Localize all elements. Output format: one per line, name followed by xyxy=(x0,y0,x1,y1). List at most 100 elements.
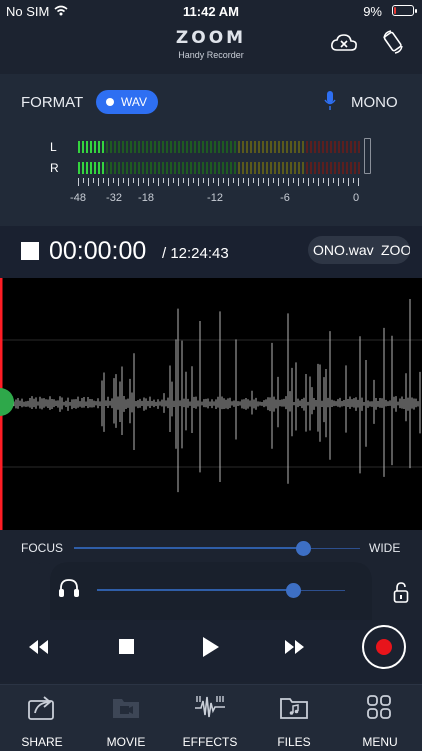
share-icon xyxy=(28,696,54,720)
meter-segment xyxy=(90,162,92,174)
tab-effects[interactable]: EFFECTS xyxy=(168,685,252,751)
meter-segment xyxy=(194,141,196,153)
meter-segment xyxy=(198,162,200,174)
meter-segment xyxy=(282,162,284,174)
meter-segment xyxy=(198,141,200,153)
waveform-view[interactable] xyxy=(0,278,422,530)
meter-segment xyxy=(314,162,316,174)
meter-segment xyxy=(162,162,164,174)
scale-label: -6 xyxy=(280,192,290,204)
tab-files[interactable]: FILES xyxy=(252,685,336,751)
meter-segment xyxy=(142,162,144,174)
meter-segment xyxy=(166,162,168,174)
stop-button[interactable] xyxy=(119,639,134,654)
meter-segment xyxy=(150,162,152,174)
meter-segment xyxy=(246,162,248,174)
meter-segment xyxy=(138,162,140,174)
meter-segment xyxy=(174,162,176,174)
tab-menu[interactable]: MENU xyxy=(338,685,422,751)
meter-segment xyxy=(298,162,300,174)
meter-segment xyxy=(278,162,280,174)
meter-bar-left xyxy=(78,141,360,153)
meter-segment xyxy=(306,141,308,153)
meter-segment xyxy=(86,141,88,153)
scale-tick xyxy=(148,178,149,186)
meter-segment xyxy=(290,141,292,153)
cloud-off-icon[interactable] xyxy=(330,32,358,54)
meter-segment xyxy=(114,141,116,153)
scale-tick xyxy=(258,178,259,186)
unlock-icon[interactable] xyxy=(393,582,409,604)
format-value: WAV xyxy=(121,95,147,109)
peak-hold-indicator xyxy=(364,138,371,174)
scale-label: -12 xyxy=(207,192,223,204)
meter-segment xyxy=(226,162,228,174)
battery-icon xyxy=(392,5,417,16)
meter-segment xyxy=(234,162,236,174)
mic-mode-label[interactable]: MONO xyxy=(351,94,398,111)
scale-tick xyxy=(138,178,139,186)
meter-segment xyxy=(346,162,348,174)
meter-segment xyxy=(98,162,100,174)
tab-label: MENU xyxy=(362,735,398,749)
status-bar: No SIM 11:42 AM 9% xyxy=(0,0,422,24)
monitor-volume-fill xyxy=(97,589,293,591)
focus-slider-knob[interactable] xyxy=(295,541,311,556)
scale-tick xyxy=(93,178,94,183)
rewind-button[interactable] xyxy=(28,639,50,655)
scale-tick xyxy=(98,178,99,186)
scale-tick xyxy=(263,178,264,183)
meter-segment xyxy=(262,162,264,174)
meter-segment xyxy=(114,162,116,174)
file-name-marquee[interactable]: ONO.wav ZOO xyxy=(308,236,410,264)
scale-tick xyxy=(118,178,119,186)
file-name: ONO.wav xyxy=(313,242,374,258)
meter-segment xyxy=(266,162,268,174)
playhead-handle[interactable] xyxy=(0,388,14,416)
meter-segment xyxy=(310,141,312,153)
meter-segment xyxy=(294,162,296,174)
meter-segment xyxy=(182,141,184,153)
scale-tick xyxy=(333,178,334,183)
meter-segment xyxy=(102,141,104,153)
scale-tick xyxy=(348,178,349,186)
meter-segment xyxy=(174,141,176,153)
meter-segment xyxy=(146,162,148,174)
scale-tick xyxy=(238,178,239,186)
tab-label: FILES xyxy=(277,735,311,749)
format-toggle[interactable]: WAV xyxy=(96,90,158,114)
scale-tick xyxy=(168,178,169,186)
app-subtitle: Handy Recorder xyxy=(178,50,244,60)
meter-segment xyxy=(250,141,252,153)
meter-segment xyxy=(158,162,160,174)
meter-segment xyxy=(354,141,356,153)
scale-tick xyxy=(353,178,354,183)
meter-segment xyxy=(218,162,220,174)
fast-forward-button[interactable] xyxy=(284,639,306,655)
waveform-lines xyxy=(9,298,421,493)
format-label: FORMAT xyxy=(21,94,84,111)
tab-share[interactable]: SHARE xyxy=(0,685,84,751)
monitor-volume-knob[interactable] xyxy=(285,583,301,598)
scale-tick xyxy=(338,178,339,186)
scale-tick xyxy=(123,178,124,183)
meter-segment xyxy=(210,141,212,153)
meter-segment xyxy=(258,141,260,153)
stop-status-icon xyxy=(21,242,39,260)
meter-segment xyxy=(186,162,188,174)
meter-segment xyxy=(94,141,96,153)
meter-channel-l: L xyxy=(50,140,57,154)
scale-tick xyxy=(233,178,234,183)
meter-segment xyxy=(210,162,212,174)
record-button[interactable] xyxy=(362,625,406,669)
meter-segment xyxy=(214,141,216,153)
file-prefix: ZOO xyxy=(381,242,410,258)
meter-segment xyxy=(182,162,184,174)
play-button[interactable] xyxy=(202,636,220,658)
tab-movie[interactable]: MOVIE xyxy=(84,685,168,751)
meter-segment xyxy=(86,162,88,174)
meter-segment xyxy=(98,141,100,153)
meter-segment xyxy=(302,141,304,153)
rotation-lock-icon[interactable] xyxy=(382,30,404,54)
meter-segment xyxy=(134,162,136,174)
